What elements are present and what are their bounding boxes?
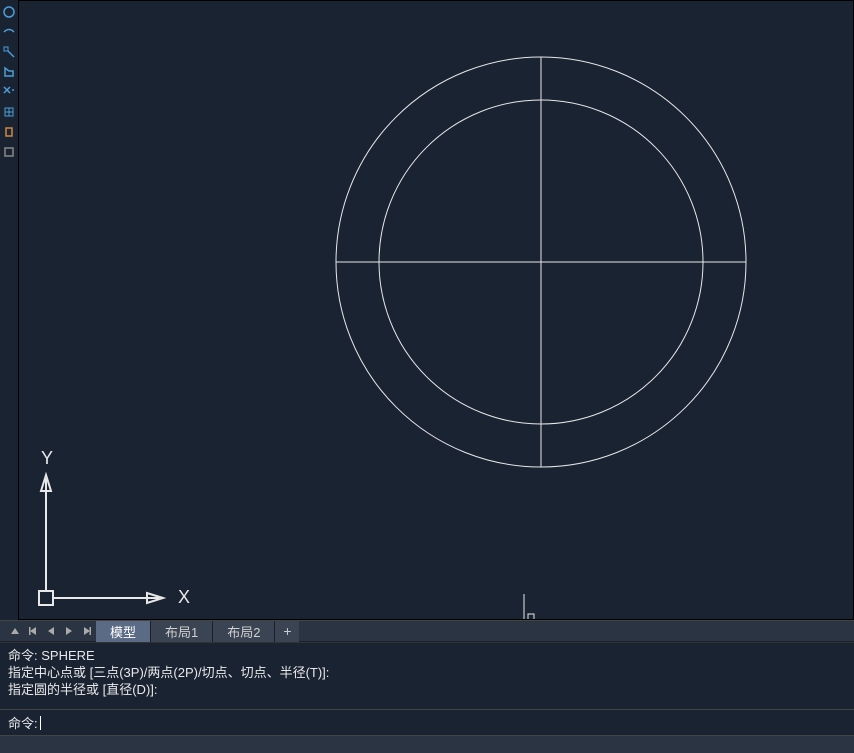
history-line-3: 指定圆的半径或 [直径(D)]: bbox=[8, 681, 846, 698]
ucs-y-label: Y bbox=[41, 448, 53, 468]
tab-layout2[interactable]: 布局2 bbox=[213, 621, 275, 642]
tab-model[interactable]: 模型 bbox=[96, 621, 151, 642]
history-line-2: 指定中心点或 [三点(3P)/两点(2P)/切点、切点、半径(T)]: bbox=[8, 664, 846, 681]
status-bar bbox=[0, 735, 854, 753]
tool-icon-h[interactable] bbox=[1, 144, 17, 160]
tab-nav-prev[interactable] bbox=[43, 623, 59, 639]
text-cursor bbox=[40, 716, 41, 730]
tab-nav-next[interactable] bbox=[61, 623, 77, 639]
tool-icon-c[interactable] bbox=[1, 44, 17, 60]
tab-navigation bbox=[0, 623, 96, 639]
tool-icon-a[interactable] bbox=[1, 4, 17, 20]
tab-add-button[interactable]: + bbox=[275, 621, 299, 642]
ucs-x-label: X bbox=[178, 587, 190, 607]
command-history: 命令: SPHERE 指定中心点或 [三点(3P)/两点(2P)/切点、切点、半… bbox=[0, 642, 854, 709]
tool-icon-e[interactable] bbox=[1, 84, 17, 100]
drawing-viewport[interactable]: Y X bbox=[18, 0, 854, 620]
ucs-icon: Y X bbox=[39, 448, 190, 607]
tool-icon-b[interactable] bbox=[1, 24, 17, 40]
center-marker bbox=[481, 594, 577, 619]
tab-bar: 模型 布局1 布局2 + bbox=[0, 620, 854, 642]
command-line[interactable]: 命令: bbox=[0, 709, 854, 735]
history-line-1: 命令: SPHERE bbox=[8, 647, 846, 664]
tool-icon-f[interactable] bbox=[1, 104, 17, 120]
tab-nav-last[interactable] bbox=[79, 623, 95, 639]
tab-nav-first[interactable] bbox=[25, 623, 41, 639]
tool-icon-d[interactable] bbox=[1, 64, 17, 80]
drawing-canvas: Y X bbox=[19, 1, 853, 619]
tab-layout1[interactable]: 布局1 bbox=[151, 621, 213, 642]
command-prompt: 命令: bbox=[8, 713, 38, 732]
tool-icon-g[interactable] bbox=[1, 124, 17, 140]
left-toolbar bbox=[0, 0, 18, 618]
tab-nav-up[interactable] bbox=[7, 623, 23, 639]
